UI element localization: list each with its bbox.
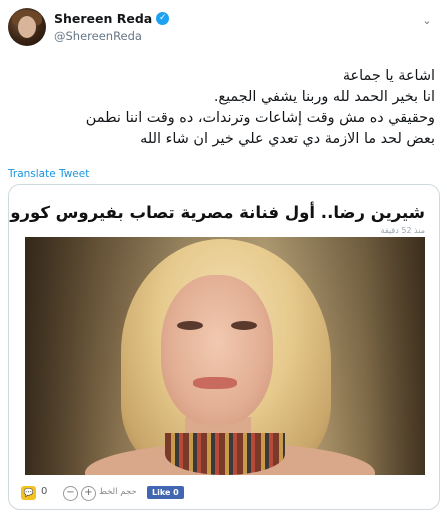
tweet-text-line: بعض لحد ما الازمة دي تعدي علي خير ان شاء… bbox=[140, 131, 435, 147]
name-line: Shereen Reda ✓ bbox=[54, 11, 170, 26]
facebook-like-button[interactable]: Like 0 bbox=[147, 486, 184, 499]
photo-lips bbox=[193, 377, 237, 389]
comment-count: 0 bbox=[41, 486, 48, 497]
comment-icon[interactable]: 💬 bbox=[21, 486, 36, 500]
chevron-down-icon[interactable]: ⌄ bbox=[420, 14, 434, 28]
article-footer: 💬 0 − + حجم الخط Like 0 bbox=[9, 479, 439, 509]
translate-tweet-link[interactable]: Translate Tweet bbox=[8, 168, 89, 180]
photo-necklace bbox=[165, 433, 285, 475]
article-photo[interactable] bbox=[25, 237, 425, 475]
photo-face bbox=[161, 275, 273, 425]
display-name[interactable]: Shereen Reda bbox=[54, 11, 152, 26]
verified-badge-icon: ✓ bbox=[156, 12, 170, 25]
article-timestamp: منذ 52 دقيقة bbox=[380, 226, 425, 235]
font-decrease-button[interactable]: − bbox=[63, 486, 78, 501]
tweet-text-line: اشاعة يا جماعة bbox=[342, 68, 435, 84]
font-size-label: حجم الخط bbox=[99, 487, 137, 497]
article-title[interactable]: شيرين رضا.. أول فنانة مصرية تصاب بفيروس … bbox=[9, 203, 425, 222]
embedded-article-card[interactable]: شيرين رضا.. أول فنانة مصرية تصاب بفيروس … bbox=[8, 184, 440, 510]
photo-left-eye bbox=[177, 321, 203, 330]
user-handle[interactable]: @ShereenReda bbox=[54, 29, 142, 43]
tweet-text-line: انا بخير الحمد لله وربنا يشفي الجميع. bbox=[213, 89, 435, 105]
avatar-face bbox=[18, 16, 36, 38]
tweet-text-line: وحقيقي ده مش وقت إشاعات وترندات، ده وقت … bbox=[85, 110, 435, 126]
photo-right-eye bbox=[231, 321, 257, 330]
avatar[interactable] bbox=[8, 8, 46, 46]
tweet-text: اشاعة يا جماعة انا بخير الحمد لله وربنا … bbox=[15, 66, 435, 150]
tweet-header: Shereen Reda ✓ @ShereenReda ⌄ bbox=[8, 8, 438, 54]
font-increase-button[interactable]: + bbox=[81, 486, 96, 501]
